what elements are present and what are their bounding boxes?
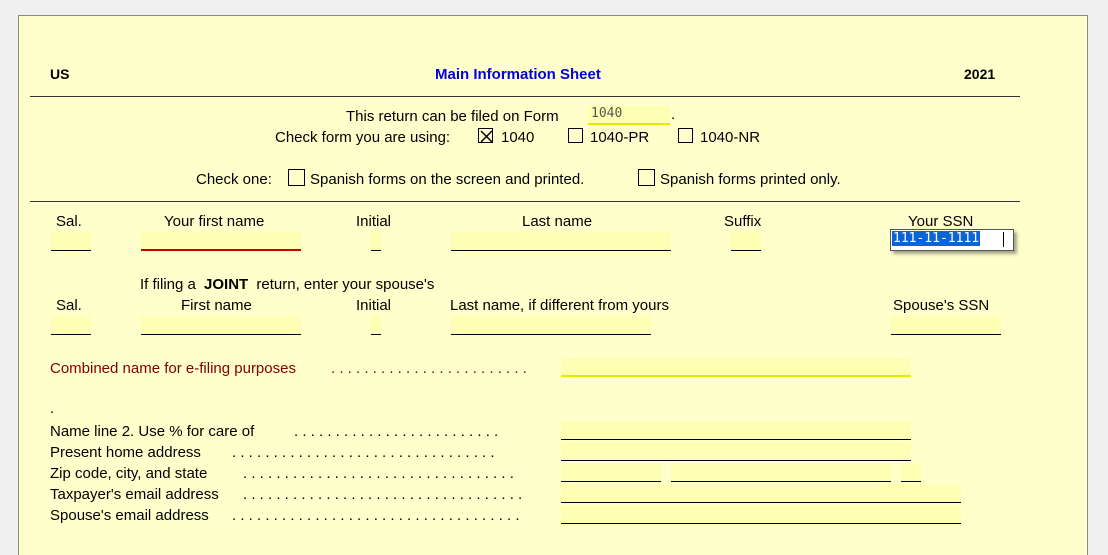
form-1040-checkbox[interactable] — [478, 128, 493, 143]
header-divider — [30, 96, 1020, 97]
taxpayer-email-dots: . . . . . . . . . . . . . . . . . . . . … — [243, 486, 523, 503]
spouse-last-label: Last name, if different from yours — [450, 297, 669, 314]
home-address-label: Present home address — [50, 444, 201, 461]
home-address-dots: . . . . . . . . . . . . . . . . . . . . … — [232, 444, 495, 461]
form-type-value: 1040 — [591, 106, 623, 121]
taxpayer-email-field[interactable] — [561, 484, 961, 503]
taxpayer-email-label: Taxpayer's email address — [50, 486, 219, 503]
spouse-initial-field[interactable] — [371, 316, 381, 335]
taxpayer-initial-field[interactable] — [371, 232, 381, 251]
joint-intro-pre: If filing a — [140, 276, 196, 293]
joint-intro-bold: JOINT — [204, 276, 249, 293]
taxpayer-initial-label: Initial — [356, 213, 392, 230]
combined-name-field[interactable] — [561, 358, 911, 377]
form-prompt: This return can be filed on Form — [346, 108, 559, 125]
tax-year: 2021 — [964, 66, 996, 82]
form-period: . — [671, 106, 676, 123]
zip-code-field[interactable] — [561, 463, 661, 482]
form-1040pr-label: 1040-PR — [590, 129, 650, 146]
joint-return-intro: If filing a JOINT return, enter your spo… — [140, 276, 434, 293]
spouse-sal-field[interactable] — [51, 316, 91, 335]
taxpayer-ssn-label: Your SSN — [908, 213, 974, 230]
spanish-screen-printed-label: Spanish forms on the screen and printed. — [310, 171, 585, 188]
spouse-sal-label: Sal. — [56, 297, 82, 314]
taxpayer-last-label: Last name — [522, 213, 593, 230]
country-label: US — [50, 66, 70, 82]
taxpayer-sal-label: Sal. — [56, 213, 82, 230]
form-1040nr-label: 1040-NR — [700, 129, 761, 146]
spouse-last-name-field[interactable] — [451, 316, 651, 335]
spouse-ssn-label: Spouse's SSN — [893, 297, 990, 314]
name-line2-label: Name line 2. Use % for care of — [50, 423, 255, 440]
check-form-prompt: Check form you are using: — [275, 129, 451, 146]
form-1040pr-checkbox[interactable] — [568, 128, 583, 143]
zip-city-state-dots: . . . . . . . . . . . . . . . . . . . . … — [243, 465, 514, 482]
spouse-email-dots: . . . . . . . . . . . . . . . . . . . . … — [232, 507, 520, 524]
spouse-email-label: Spouse's email address — [50, 507, 209, 524]
taxpayer-last-name-field[interactable] — [451, 232, 671, 251]
taxpayer-sal-field[interactable] — [51, 232, 91, 251]
zip-city-state-label: Zip code, city, and state — [50, 465, 208, 482]
taxpayer-ssn-field[interactable]: 111-11-1111 — [890, 229, 1014, 251]
spouse-initial-label: Initial — [356, 297, 392, 314]
state-field[interactable] — [901, 463, 921, 482]
text-caret — [1003, 232, 1004, 247]
combined-name-dots: . . . . . . . . . . . . . . . . . . . . … — [331, 360, 527, 377]
taxpayer-suffix-label: Suffix — [724, 213, 762, 230]
spouse-first-name-field[interactable] — [141, 316, 301, 335]
spanish-printed-only-checkbox[interactable] — [638, 169, 655, 186]
name-line2-dots: . . . . . . . . . . . . . . . . . . . . … — [294, 423, 499, 440]
taxpayer-suffix-field[interactable] — [731, 232, 761, 251]
spouse-first-label: First name — [181, 297, 252, 314]
combined-name-label: Combined name for e-filing purposes — [50, 360, 296, 377]
name-line2-field[interactable] — [561, 421, 911, 440]
section-divider — [30, 201, 1020, 202]
spouse-email-field[interactable] — [561, 505, 961, 524]
form-1040nr-checkbox[interactable] — [678, 128, 693, 143]
page-title: Main Information Sheet — [435, 66, 601, 83]
spouse-ssn-field[interactable] — [891, 316, 1001, 335]
taxpayer-first-label: Your first name — [164, 213, 265, 230]
spanish-printed-only-label: Spanish forms printed only. — [660, 171, 841, 188]
checkmark-x-icon — [480, 130, 493, 143]
bullet-mark: . — [50, 400, 55, 417]
taxpayer-ssn-value: 111-11-1111 — [892, 231, 981, 246]
form-type-field[interactable]: 1040 — [588, 106, 670, 125]
home-address-field[interactable] — [561, 442, 911, 461]
taxpayer-first-name-field[interactable] — [141, 232, 301, 251]
joint-intro-post: return, enter your spouse's — [256, 276, 435, 293]
spanish-screen-printed-checkbox[interactable] — [288, 169, 305, 186]
city-field[interactable] — [671, 463, 891, 482]
spanish-prompt: Check one: — [196, 171, 272, 188]
form-1040-label: 1040 — [501, 129, 535, 146]
